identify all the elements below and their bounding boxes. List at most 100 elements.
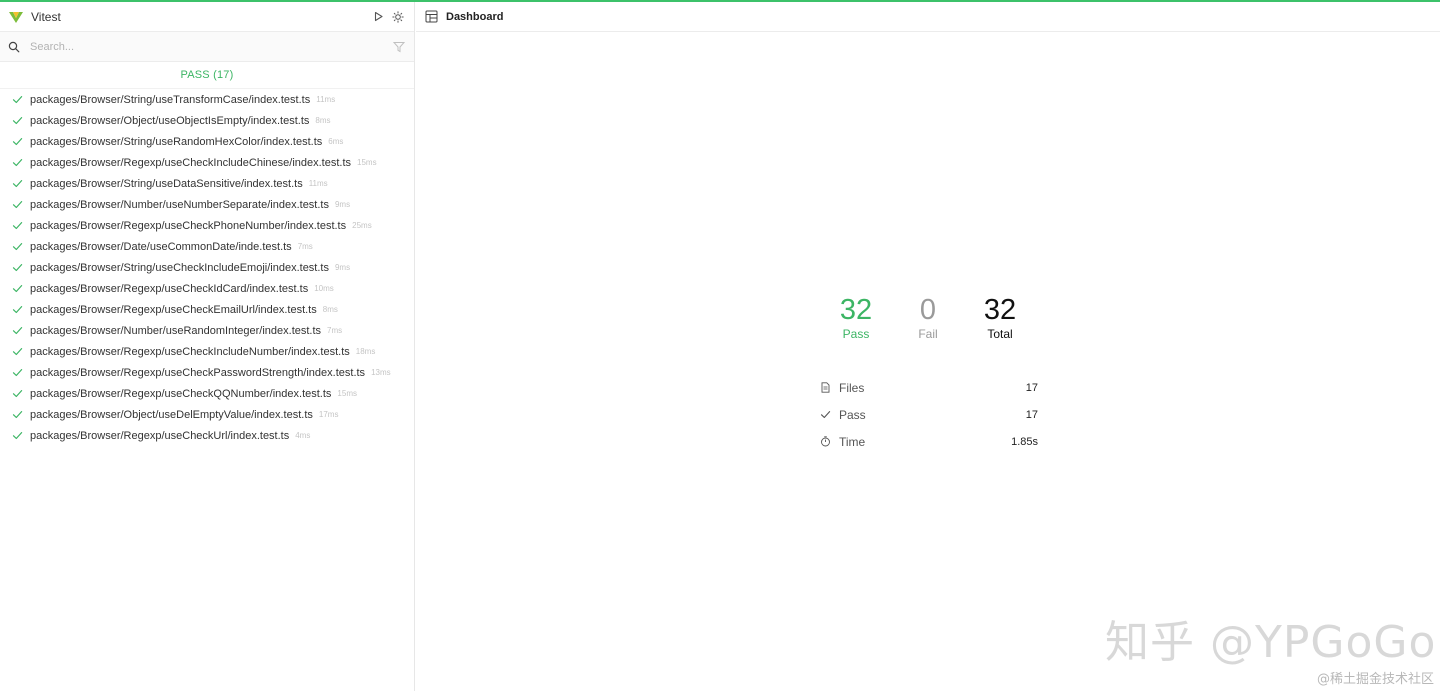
test-file-duration: 18ms <box>355 347 376 356</box>
check-icon <box>12 325 23 336</box>
test-file-item[interactable]: packages/Browser/String/useTransformCase… <box>0 89 414 110</box>
total-count: 32 <box>983 294 1017 326</box>
pass-count: 32 <box>839 294 873 326</box>
test-file-path: packages/Browser/Regexp/useCheckPassword… <box>30 366 366 379</box>
check-icon <box>12 136 23 147</box>
page-title: Dashboard <box>446 10 504 23</box>
fail-label: Fail <box>918 327 938 341</box>
filter-icon[interactable] <box>392 40 406 54</box>
sun-icon[interactable] <box>390 9 406 25</box>
test-file-item[interactable]: packages/Browser/Regexp/useCheckQQNumber… <box>0 383 414 404</box>
test-file-item[interactable]: packages/Browser/Regexp/useCheckUrl/inde… <box>0 425 414 446</box>
test-file-item[interactable]: packages/Browser/Number/useNumberSeparat… <box>0 194 414 215</box>
test-file-duration: 25ms <box>352 221 372 230</box>
check-icon <box>820 409 831 420</box>
time-value: 1.85s <box>1011 435 1038 448</box>
test-file-duration: 11ms <box>316 95 336 104</box>
vitest-logo-icon <box>8 9 24 25</box>
test-file-path: packages/Browser/String/useTransformCase… <box>30 93 311 106</box>
pass-summary-label: Pass <box>839 407 866 422</box>
test-file-path: packages/Browser/Regexp/useCheckQQNumber… <box>30 387 332 400</box>
test-file-duration: 8ms <box>315 116 331 125</box>
sidebar: Vitest PASS (17) packages/Browser <box>0 2 415 691</box>
test-file-item[interactable]: packages/Browser/Regexp/useCheckPassword… <box>0 362 414 383</box>
test-file-item[interactable]: packages/Browser/Object/useObjectIsEmpty… <box>0 110 414 131</box>
test-file-duration: 13ms <box>371 368 391 377</box>
check-icon <box>12 283 23 294</box>
file-icon <box>820 382 831 393</box>
test-file-path: packages/Browser/Regexp/useCheckIncludeC… <box>30 156 352 169</box>
total-label: Total <box>987 327 1013 341</box>
test-file-duration: 7ms <box>327 326 343 335</box>
sidebar-header: Vitest <box>0 2 414 32</box>
test-file-duration: 15ms <box>357 158 377 167</box>
test-file-duration: 9ms <box>334 200 351 209</box>
main-panel: Dashboard 32 Pass 0 Fail 32 Total Files … <box>416 2 1440 691</box>
test-file-item[interactable]: packages/Browser/Regexp/useCheckIncludeN… <box>0 341 414 362</box>
test-file-path: packages/Browser/String/useRandomHexColo… <box>30 135 323 148</box>
test-file-path: packages/Browser/Regexp/useCheckPhoneNum… <box>30 219 347 232</box>
test-file-path: packages/Browser/Object/useDelEmptyValue… <box>30 408 313 421</box>
check-icon <box>12 115 23 126</box>
test-file-duration: 6ms <box>328 137 344 146</box>
check-icon <box>12 157 23 168</box>
timer-icon <box>820 436 831 447</box>
check-icon <box>12 241 23 252</box>
test-file-path: packages/Browser/Regexp/useCheckIncludeN… <box>30 345 350 358</box>
search-input[interactable] <box>28 39 392 54</box>
test-file-item[interactable]: packages/Browser/Regexp/useCheckEmailUrl… <box>0 299 414 320</box>
pass-summary-value: 17 <box>1025 408 1038 421</box>
time-label: Time <box>839 434 866 449</box>
check-icon <box>12 94 23 105</box>
test-file-duration: 8ms <box>322 305 338 314</box>
pass-label: Pass <box>842 327 870 341</box>
check-icon <box>12 304 23 315</box>
pass-stat: 32 Pass <box>820 294 892 342</box>
summary-row-pass: Pass 17 <box>820 401 1038 428</box>
pass-group-header[interactable]: PASS (17) <box>0 62 414 89</box>
test-file-item[interactable]: packages/Browser/String/useCheckIncludeE… <box>0 257 414 278</box>
footer-watermark: @稀土掘金技术社区 <box>1316 672 1434 687</box>
search-bar <box>0 32 414 62</box>
test-file-path: packages/Browser/Number/useRandomInteger… <box>30 324 322 337</box>
test-file-duration: 9ms <box>334 263 351 272</box>
check-icon <box>12 367 23 378</box>
files-label: Files <box>839 380 865 395</box>
check-icon <box>12 346 23 357</box>
test-file-item[interactable]: packages/Browser/String/useDataSensitive… <box>0 173 414 194</box>
check-icon <box>12 199 23 210</box>
check-icon <box>12 220 23 231</box>
main-header: Dashboard <box>416 2 1440 32</box>
test-file-item[interactable]: packages/Browser/Date/useCommonDate/inde… <box>0 236 414 257</box>
summary-row-time: Time 1.85s <box>820 428 1038 455</box>
test-file-item[interactable]: packages/Browser/Regexp/useCheckIncludeC… <box>0 152 414 173</box>
check-icon <box>12 178 23 189</box>
test-file-duration: 11ms <box>308 179 328 188</box>
test-file-path: packages/Browser/String/useCheckIncludeE… <box>30 261 329 274</box>
app-title: Vitest <box>31 9 61 24</box>
test-file-duration: 4ms <box>295 431 311 440</box>
test-file-item[interactable]: packages/Browser/Number/useRandomInteger… <box>0 320 414 341</box>
check-icon <box>12 262 23 273</box>
files-value: 17 <box>1025 381 1038 394</box>
watermark-text: 知乎 @YPGoGo <box>1105 617 1437 668</box>
summary-table: Files 17 Pass 17 Time 1.85s <box>820 374 1038 455</box>
fail-stat: 0 Fail <box>892 294 964 342</box>
test-file-duration: 15ms <box>337 389 357 398</box>
check-icon <box>12 430 23 441</box>
check-icon <box>12 388 23 399</box>
test-file-item[interactable]: packages/Browser/Regexp/useCheckIdCard/i… <box>0 278 414 299</box>
test-stats: 32 Pass 0 Fail 32 Total <box>820 294 1036 342</box>
test-file-path: packages/Browser/Date/useCommonDate/inde… <box>30 240 292 253</box>
play-icon[interactable] <box>370 9 386 25</box>
test-file-duration: 7ms <box>297 242 313 251</box>
test-file-path: packages/Browser/Regexp/useCheckUrl/inde… <box>30 429 290 442</box>
test-file-path: packages/Browser/String/useDataSensitive… <box>30 177 303 190</box>
test-file-item[interactable]: packages/Browser/String/useRandomHexColo… <box>0 131 414 152</box>
test-file-item[interactable]: packages/Browser/Object/useDelEmptyValue… <box>0 404 414 425</box>
search-icon <box>8 41 20 53</box>
total-stat: 32 Total <box>964 294 1036 342</box>
test-file-item[interactable]: packages/Browser/Regexp/useCheckPhoneNum… <box>0 215 414 236</box>
dashboard-icon <box>425 10 438 23</box>
test-file-duration: 10ms <box>314 284 334 293</box>
